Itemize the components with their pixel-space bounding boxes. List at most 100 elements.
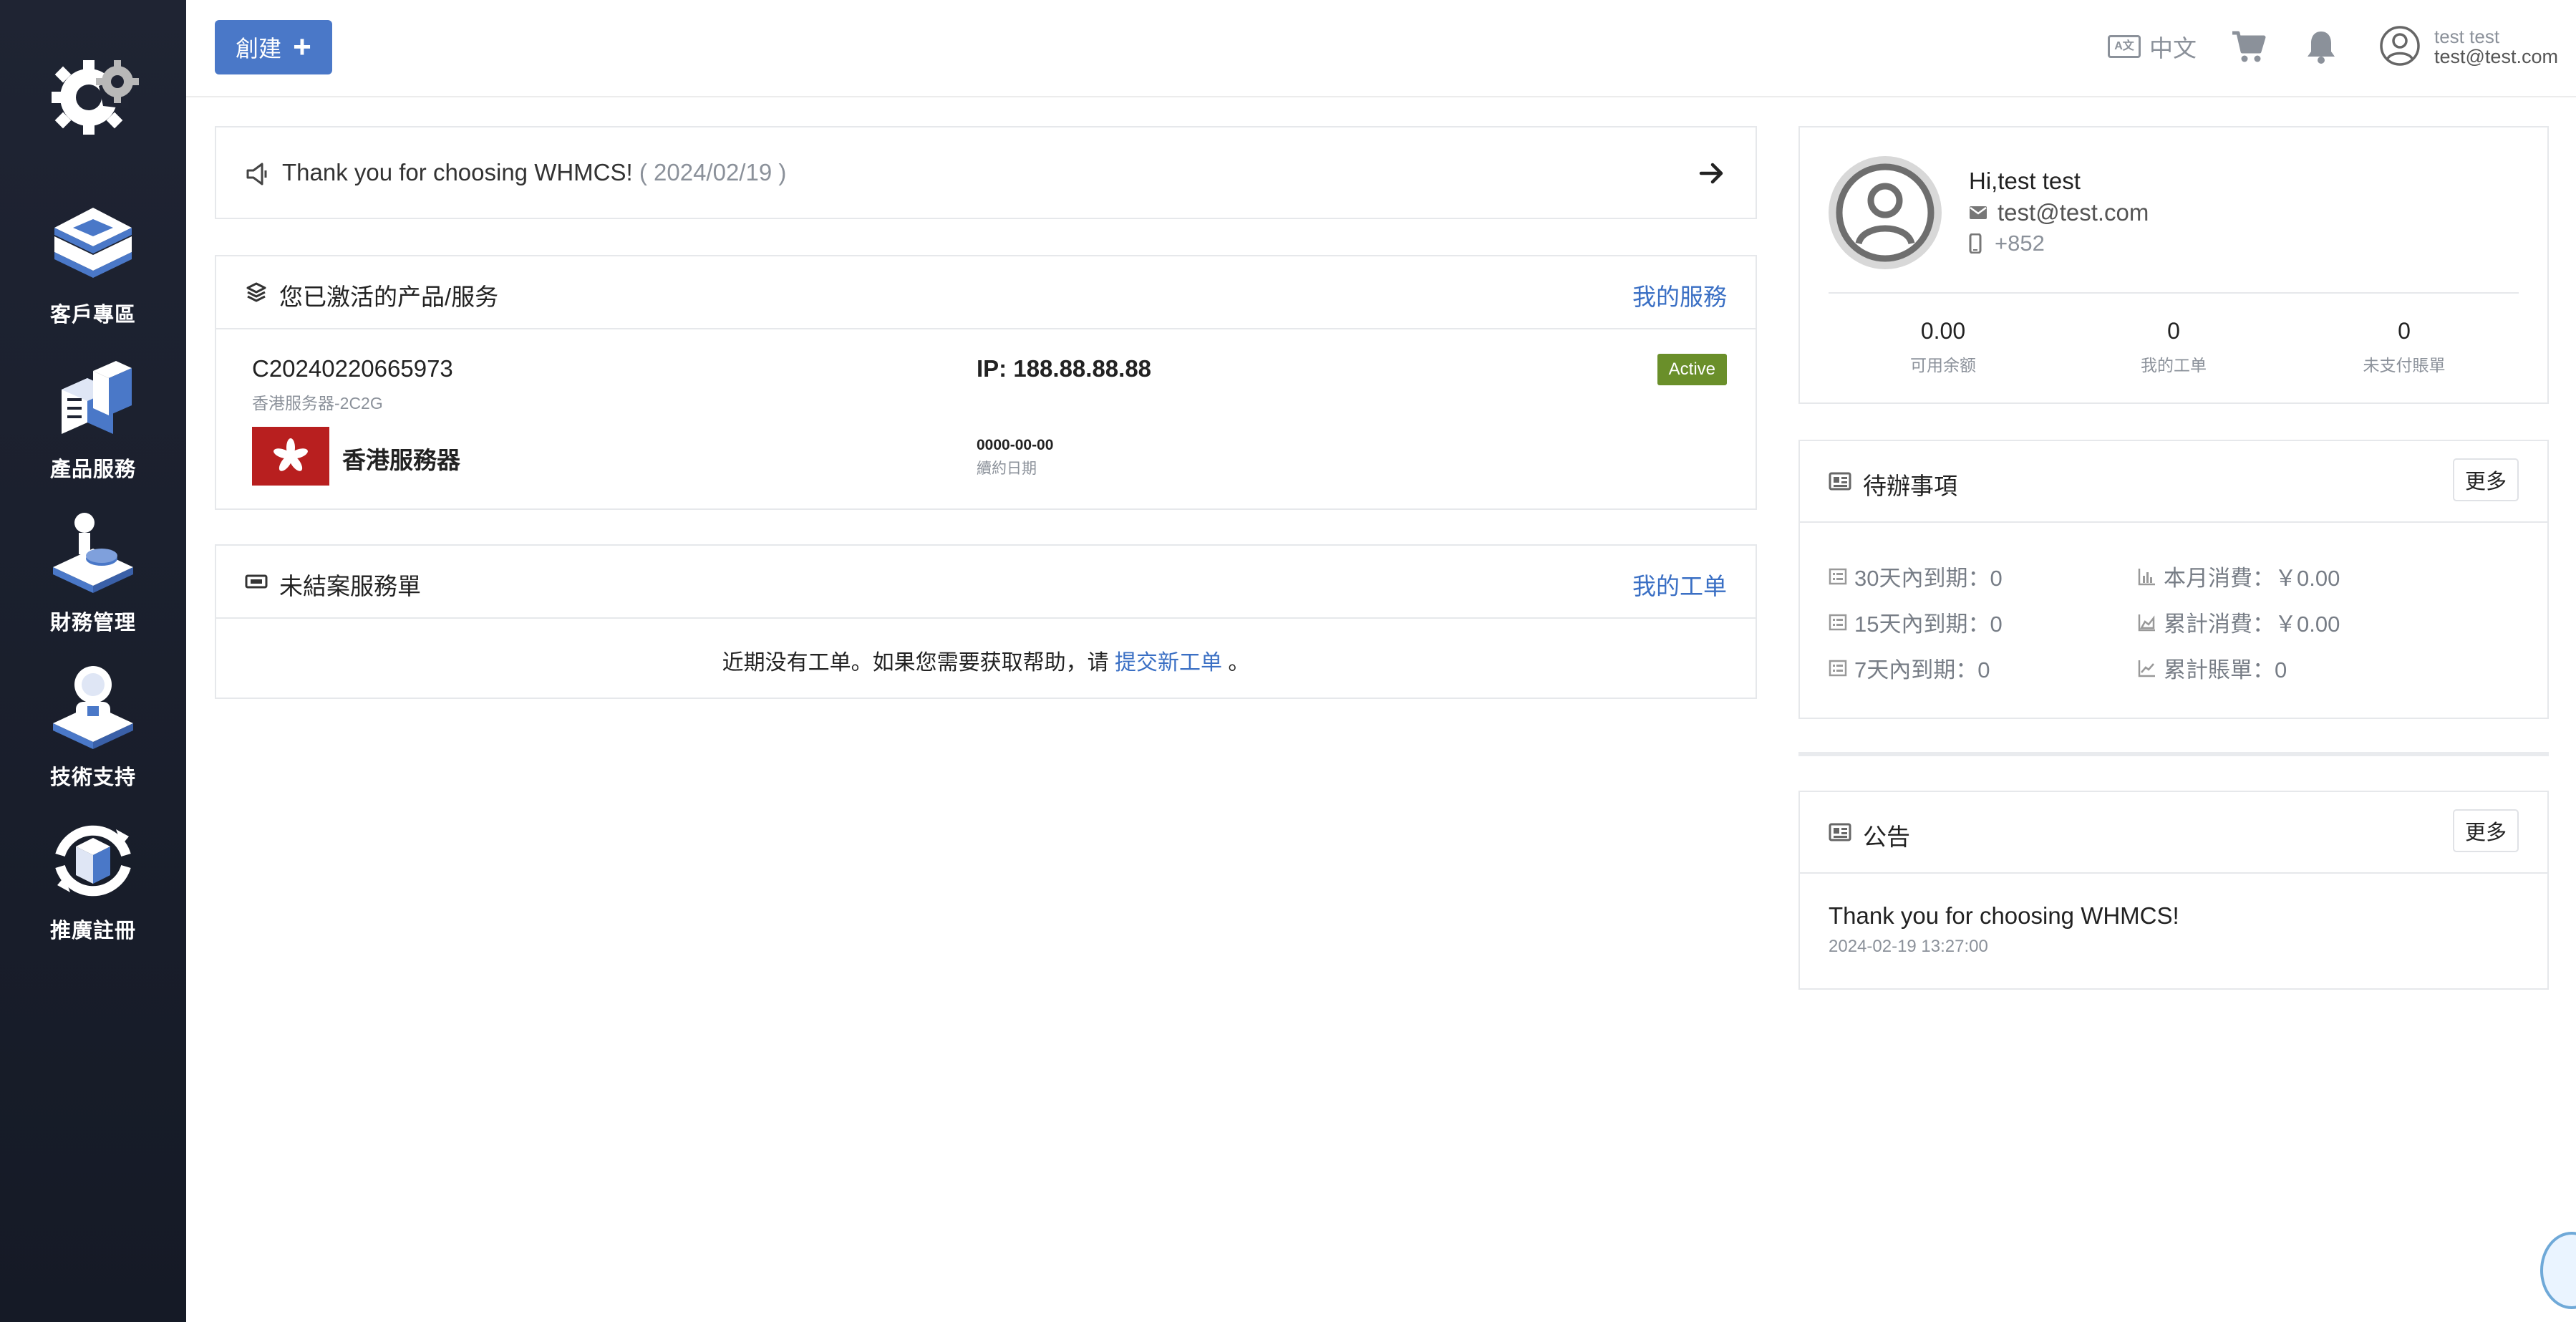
stat-balance[interactable]: 0.00 可用余额 <box>1829 318 2058 376</box>
create-button[interactable]: 創建 + <box>215 20 332 74</box>
sidebar-item-support[interactable]: 技術支持 <box>0 662 186 805</box>
avatar <box>1829 156 1942 269</box>
status-badge: Active <box>1657 354 1727 385</box>
todo-item-30-days[interactable]: 30天內到期：0 <box>1829 560 2003 592</box>
stat-value: 0 <box>2398 318 2411 344</box>
my-tickets-link[interactable]: 我的工单 <box>1632 567 1727 602</box>
card-title: 您已激活的产品/服务 <box>279 284 499 310</box>
user-avatar-icon[interactable] <box>2378 24 2421 67</box>
todo-text: 累計消費：￥0.00 <box>2164 612 2340 637</box>
service-plan: 香港服务器-2C2G <box>252 394 383 412</box>
top-bar <box>186 0 2576 97</box>
notice-text: Thank you for choosing WHMCS! ( 2024/02/… <box>282 159 786 186</box>
service-id[interactable]: C20240220665973 <box>252 355 453 382</box>
card-header: 未結案服務單 我的工单 <box>216 546 1756 619</box>
card-header: 您已激活的产品/服务 我的服務 <box>216 256 1756 329</box>
card-header: 待辦事項 更多 <box>1800 441 2547 523</box>
card-title: 未結案服務單 <box>279 573 421 599</box>
todo-item-total-invoices[interactable]: 累計賬單：0 <box>2138 652 2287 684</box>
support-agent-icon <box>53 666 133 749</box>
profile-email: test@test.com <box>1998 199 2149 226</box>
stat-value: 0 <box>2167 318 2180 344</box>
stat-label: 未支付賬單 <box>2363 356 2446 375</box>
gear-logo-icon[interactable] <box>43 46 143 146</box>
divider <box>1798 752 2549 756</box>
empty-tickets-message: 近期没有工单。如果您需要获取帮助，请 提交新工单 。 <box>216 645 1756 676</box>
more-button[interactable]: 更多 <box>2453 458 2519 501</box>
more-button[interactable]: 更多 <box>2453 809 2519 852</box>
list-icon <box>1829 660 1847 676</box>
floating-chat-button[interactable] <box>2540 1232 2576 1309</box>
notice-message: Thank you for choosing WHMCS! <box>282 159 633 185</box>
service-ip: IP: 188.88.88.88 <box>977 355 1152 382</box>
profile-email-row: test@test.com <box>1969 199 2149 226</box>
announcements-card: 公告 更多 Thank you for choosing WHMCS! 2024… <box>1798 791 2549 990</box>
sidebar-item-label: 技術支持 <box>49 766 136 789</box>
sidebar-item-label: 產品服務 <box>49 458 136 481</box>
renewal-date: 0000-00-00 <box>977 437 1054 453</box>
todo-text: 15天內到期：0 <box>1854 612 2003 637</box>
referral-icon <box>55 825 131 897</box>
active-services-card: 您已激活的产品/服务 我的服務 C20240220665973 香港服务器-2C… <box>215 255 1757 510</box>
card-title: 待辦事項 <box>1863 473 1957 499</box>
newspaper-icon <box>1829 823 1851 841</box>
list-icon <box>1829 568 1847 584</box>
language-switcher[interactable]: A文 中文 <box>2108 29 2197 64</box>
open-tickets-card: 未結案服務單 我的工单 近期没有工单。如果您需要获取帮助，请 提交新工单 。 <box>215 544 1757 699</box>
bell-icon[interactable] <box>2305 29 2337 64</box>
announcement-date: 2024-02-19 13:27:00 <box>1829 937 1988 956</box>
submit-ticket-link[interactable]: 提交新工单 <box>1115 651 1222 675</box>
cart-icon[interactable] <box>2231 29 2267 64</box>
line-chart-icon <box>2138 660 2155 677</box>
ticket-icon <box>245 574 268 589</box>
stacked-layers-icon <box>54 208 132 278</box>
todo-item-15-days[interactable]: 15天內到期：0 <box>1829 606 2003 638</box>
service-name[interactable]: 香港服務器 <box>342 441 460 476</box>
user-email[interactable]: test@test.com <box>2434 46 2558 68</box>
megaphone-icon <box>246 163 267 185</box>
newspaper-icon <box>1829 472 1851 491</box>
bar-chart-icon <box>2138 568 2155 585</box>
stat-unpaid-invoices[interactable]: 0 未支付賬單 <box>2290 318 2519 376</box>
sidebar-item-client-area[interactable]: 客戶專區 <box>0 199 186 342</box>
sidebar-item-affiliates[interactable]: 推廣註冊 <box>0 815 186 958</box>
notice-banner[interactable]: Thank you for choosing WHMCS! ( 2024/02/… <box>215 126 1757 219</box>
layers-icon <box>246 282 266 302</box>
sidebar-item-label: 推廣註冊 <box>49 920 136 942</box>
arrow-right-icon[interactable] <box>1698 159 1727 188</box>
stat-value: 0.00 <box>1920 318 1966 344</box>
announcement-title[interactable]: Thank you for choosing WHMCS! <box>1829 902 2179 930</box>
envelope-icon <box>1970 206 1987 219</box>
stat-label: 可用余额 <box>1910 356 1976 375</box>
profile-phone-row: +852 <box>1969 231 2045 256</box>
empty-text-end: 。 <box>1228 651 1250 675</box>
todo-item-monthly-spend[interactable]: 本月消費：￥0.00 <box>2138 560 2340 592</box>
finance-icon <box>53 513 133 593</box>
profile-greeting: Hi,test test <box>1969 168 2081 194</box>
plus-icon: + <box>293 29 311 64</box>
renewal-date-label: 續約日期 <box>977 460 1037 477</box>
profile-card: Hi,test test test@test.com +852 0.00 可用余… <box>1798 126 2549 404</box>
empty-text: 近期没有工单。如果您需要获取帮助，请 <box>722 651 1109 675</box>
todo-text: 7天內到期：0 <box>1854 657 1990 682</box>
stat-tickets[interactable]: 0 我的工单 <box>2059 318 2288 376</box>
todo-text: 累計賬單：0 <box>2164 657 2287 682</box>
user-name[interactable]: test test <box>2434 26 2499 48</box>
todo-item-total-spend[interactable]: 累計消費：￥0.00 <box>2138 606 2340 638</box>
sidebar-item-label: 財務管理 <box>49 612 136 635</box>
my-services-link[interactable]: 我的服務 <box>1632 278 1727 312</box>
divider <box>1829 292 2519 294</box>
todo-item-7-days[interactable]: 7天內到期：0 <box>1829 652 1990 684</box>
list-icon <box>1829 614 1847 630</box>
todo-text: 本月消費：￥0.00 <box>2164 566 2340 591</box>
sidebar-item-label: 客戶專區 <box>49 304 136 327</box>
notice-date: ( 2024/02/19 ) <box>639 159 787 185</box>
sidebar: 客戶專區 產品服務 財務管理 技術支持 推廣註冊 <box>0 0 186 1322</box>
area-chart-icon <box>2138 614 2155 631</box>
profile-phone: +852 <box>1995 231 2045 256</box>
stat-label: 我的工单 <box>2141 356 2207 375</box>
todo-card: 待辦事項 更多 30天內到期：0 15天內到期：0 7天內到期：0 本月消費：￥… <box>1798 440 2549 719</box>
sidebar-item-finance[interactable]: 財務管理 <box>0 507 186 650</box>
sidebar-item-products[interactable]: 產品服務 <box>0 354 186 497</box>
card-title: 公告 <box>1863 824 1910 850</box>
